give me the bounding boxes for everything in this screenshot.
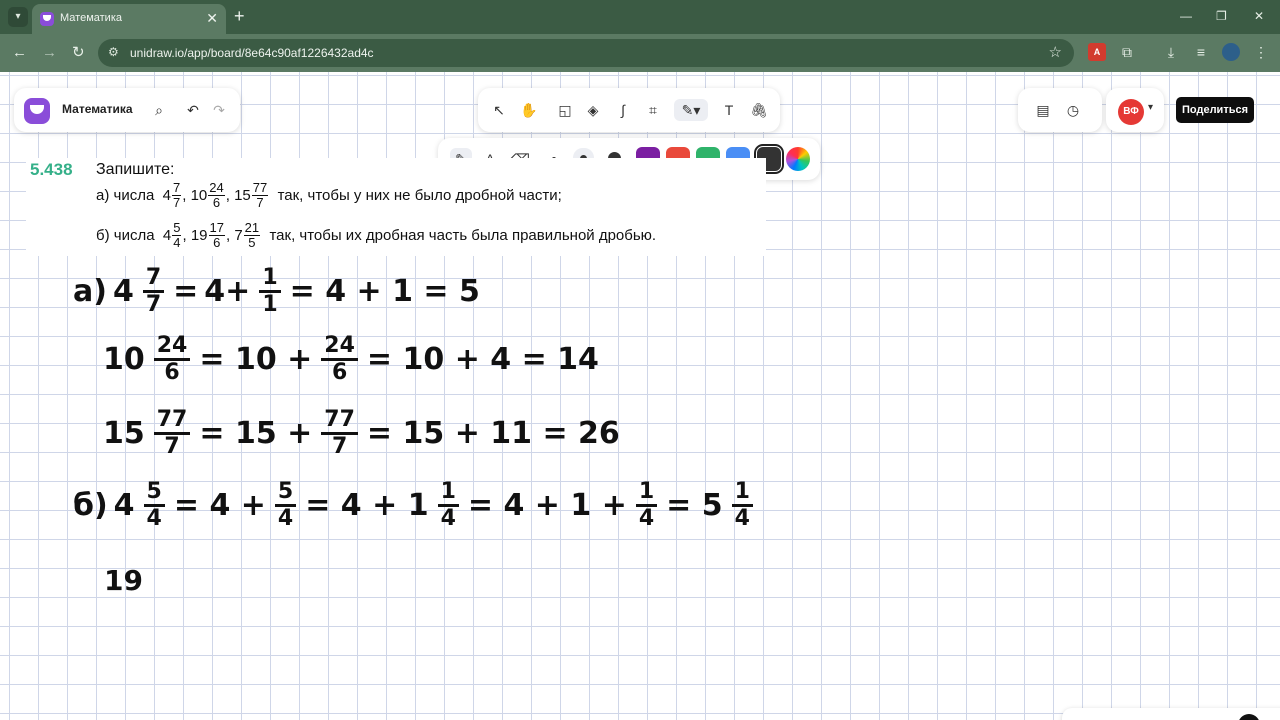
view-panel: ▤ ◷ [1018, 88, 1102, 132]
handwriting-row-b[interactable]: б) 4 54 = 4 + 54 = 4 + 1 14 = 4 + 1 + 14… [70, 480, 759, 531]
tab-search-chevron-icon[interactable]: ▾ [8, 7, 28, 27]
back-arrow-icon[interactable]: ← [12, 44, 27, 62]
shapes-icon[interactable]: ◈ [582, 99, 604, 121]
browser-tab[interactable]: Математика ✕ [32, 4, 226, 34]
forward-arrow-icon[interactable]: → [42, 44, 57, 62]
undo-icon[interactable]: ↶ [182, 99, 204, 121]
handwriting-row-a[interactable]: а) 4 77 = 4+ 11 = 4 + 1 = 5 [70, 266, 483, 317]
zoom-panel [1062, 708, 1280, 720]
search-icon[interactable]: ⌕ [148, 99, 170, 121]
pdf-extension-icon[interactable]: A [1088, 43, 1106, 61]
browser-toolbar: ← → ↻ ⚙ unidraw.io/app/board/8e64c90af12… [0, 34, 1280, 72]
problem-line-b: б) числа 4 54 , 19 17 6 , 7 21 5 так, чтоб… [96, 219, 657, 250]
select-cursor-icon[interactable]: ↖ [488, 99, 510, 121]
new-tab-button[interactable]: + [234, 6, 245, 26]
fraction: 77 7 [251, 179, 269, 210]
problem-number: 5.438 [30, 160, 73, 179]
unidraw-favicon-icon [40, 12, 54, 26]
user-panel: ВФ ▾ [1106, 88, 1164, 132]
download-icon[interactable]: ⤓ [1162, 43, 1180, 61]
text-tool-icon[interactable]: T [718, 99, 740, 121]
browser-menu-icon[interactable]: ⋮ [1252, 43, 1270, 61]
profile-avatar-icon[interactable] [1222, 43, 1240, 61]
restore-icon[interactable]: ❐ [1216, 8, 1227, 24]
address-bar[interactable]: ⚙ unidraw.io/app/board/8e64c90af1226432a… [98, 39, 1074, 67]
hand-pan-icon[interactable]: ✋ [518, 99, 540, 121]
problem-image[interactable]: 5.438 Запишите: а) числа 4 77 , 10 24 6 ,… [26, 158, 766, 256]
connector-line-icon[interactable]: ∫ [612, 99, 634, 121]
problem-line-a: а) числа 4 77 , 10 24 6 , 15 77 7 так, что… [96, 179, 562, 210]
tab-title: Математика [60, 12, 122, 24]
media-controls-icon[interactable]: ≡ [1192, 43, 1210, 61]
attachment-icon[interactable]: 🖇 [748, 99, 770, 121]
problem-heading: Запишите: [96, 161, 175, 178]
color-picker-icon[interactable] [786, 147, 810, 171]
fraction: 54 [172, 219, 182, 250]
board-header-panel: Математика ⌕ ↶ ↷ [14, 88, 240, 132]
reload-icon[interactable]: ↻ [72, 44, 85, 62]
fraction: 21 5 [243, 219, 261, 250]
bookmark-star-icon[interactable]: ☆ [1049, 43, 1062, 61]
frame-icon[interactable]: ⌗ [642, 99, 664, 121]
site-info-icon[interactable]: ⚙ [108, 45, 119, 59]
board-title[interactable]: Математика [62, 102, 133, 116]
layout-icon[interactable]: ▤ [1032, 99, 1054, 121]
fraction: 77 [171, 179, 182, 210]
fraction: 24 6 [208, 179, 225, 210]
fraction: 17 6 [208, 219, 225, 250]
minimize-icon[interactable]: — [1180, 8, 1192, 24]
handwriting-row-19[interactable]: 19 [104, 564, 143, 597]
share-button[interactable]: Поделиться [1176, 97, 1254, 123]
history-clock-icon[interactable]: ◷ [1062, 99, 1084, 121]
handwriting-row-3[interactable]: 15 77 7 = 15 + 77 7 = 15 + 11 = 26 [100, 408, 623, 459]
browser-tab-bar: ▾ Математика ✕ + — ❐ ✕ [0, 0, 1280, 34]
help-button[interactable] [1238, 714, 1260, 720]
handwriting-row-2[interactable]: 10 24 6 = 10 + 24 6 = 10 + 4 = 14 [100, 334, 602, 385]
pen-dropdown-icon[interactable]: ✎▾ [674, 99, 708, 121]
unidraw-logo-icon[interactable] [24, 98, 50, 124]
main-toolbar: ↖ ✋ ◱ ◈ ∫ ⌗ ✎▾ T 🖇 [478, 88, 780, 132]
redo-icon[interactable]: ↷ [208, 99, 230, 121]
chevron-down-icon[interactable]: ▾ [1148, 102, 1153, 113]
user-avatar[interactable]: ВФ [1118, 99, 1144, 125]
close-window-icon[interactable]: ✕ [1254, 8, 1264, 24]
extensions-puzzle-icon[interactable]: ⧉ [1118, 43, 1136, 61]
sticky-note-icon[interactable]: ◱ [554, 99, 576, 121]
url-text[interactable]: unidraw.io/app/board/8e64c90af1226432ad4… [130, 46, 374, 60]
tab-close-icon[interactable]: ✕ [206, 10, 218, 26]
